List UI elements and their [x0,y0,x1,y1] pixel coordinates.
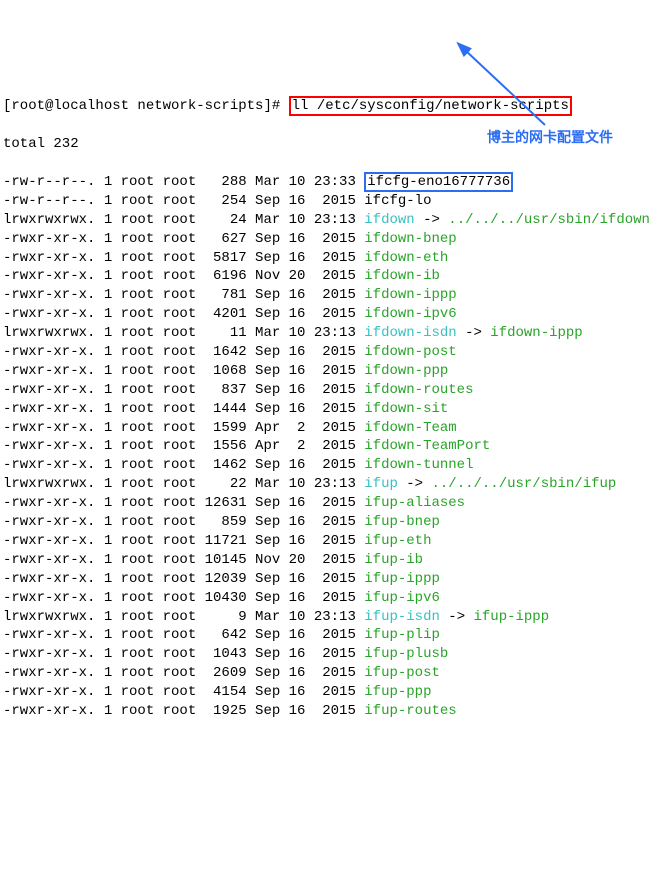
filename: ifup [364,476,398,492]
filename: ifdown [364,212,414,228]
file-row: -rwxr-xr-x. 1 root root 2609 Sep 16 2015… [3,664,661,683]
filename: ifup-eth [364,533,431,549]
file-row: -rwxr-xr-x. 1 root root 1068 Sep 16 2015… [3,362,661,381]
file-listing: -rw-r--r--. 1 root root 288 Mar 10 23:33… [3,173,661,721]
link-target: ../../../usr/sbin/ifdown [448,212,650,228]
filename: ifdown-tunnel [364,457,473,473]
file-row: lrwxrwxrwx. 1 root root 9 Mar 10 23:13 i… [3,608,661,627]
file-row: -rwxr-xr-x. 1 root root 12631 Sep 16 201… [3,494,661,513]
filename: ifdown-isdn [364,325,456,341]
filename: ifup-ipv6 [364,590,440,606]
file-row: -rwxr-xr-x. 1 root root 12039 Sep 16 201… [3,570,661,589]
filename: ifcfg-lo [364,193,431,209]
prompt-line: [root@localhost network-scripts]# ll /et… [3,97,661,116]
annotation-text: 博主的网卡配置文件 [487,128,613,147]
filename: ifdown-ipv6 [364,306,456,322]
file-row: -rwxr-xr-x. 1 root root 627 Sep 16 2015 … [3,230,661,249]
file-row: -rwxr-xr-x. 1 root root 5817 Sep 16 2015… [3,249,661,268]
file-row: -rwxr-xr-x. 1 root root 1642 Sep 16 2015… [3,343,661,362]
file-row: -rw-r--r--. 1 root root 288 Mar 10 23:33… [3,173,661,192]
file-row: -rwxr-xr-x. 1 root root 1462 Sep 16 2015… [3,456,661,475]
filename: ifdown-TeamPort [364,438,490,454]
filename: ifup-routes [364,703,456,719]
file-row: lrwxrwxrwx. 1 root root 22 Mar 10 23:13 … [3,475,661,494]
filename: ifup-plusb [364,646,448,662]
filename: ifup-bnep [364,514,440,530]
link-arrow: -> [415,212,449,228]
file-row: -rwxr-xr-x. 1 root root 4201 Sep 16 2015… [3,305,661,324]
link-arrow: -> [457,325,491,341]
file-row: -rwxr-xr-x. 1 root root 1599 Apr 2 2015 … [3,419,661,438]
terminal-output: [root@localhost network-scripts]# ll /et… [3,79,661,740]
file-row: -rwxr-xr-x. 1 root root 837 Sep 16 2015 … [3,381,661,400]
file-row: -rwxr-xr-x. 1 root root 1043 Sep 16 2015… [3,645,661,664]
filename: ifdown-eth [364,250,448,266]
filename: ifdown-Team [364,420,456,436]
file-row: -rwxr-xr-x. 1 root root 642 Sep 16 2015 … [3,626,661,645]
link-target: ifdown-ippp [490,325,582,341]
link-arrow: -> [398,476,432,492]
file-row: -rwxr-xr-x. 1 root root 6196 Nov 20 2015… [3,267,661,286]
file-row: -rwxr-xr-x. 1 root root 781 Sep 16 2015 … [3,286,661,305]
file-row: -rwxr-xr-x. 1 root root 859 Sep 16 2015 … [3,513,661,532]
filename: ifdown-ppp [364,363,448,379]
file-row: -rwxr-xr-x. 1 root root 11721 Sep 16 201… [3,532,661,551]
filename: ifup-post [364,665,440,681]
link-target: ../../../usr/sbin/ifup [431,476,616,492]
file-row: -rwxr-xr-x. 1 root root 10430 Sep 16 201… [3,589,661,608]
file-row: lrwxrwxrwx. 1 root root 11 Mar 10 23:13 … [3,324,661,343]
filename: ifdown-bnep [364,231,456,247]
file-row: -rwxr-xr-x. 1 root root 4154 Sep 16 2015… [3,683,661,702]
link-target: ifup-ippp [474,609,550,625]
filename: ifup-ippp [364,571,440,587]
file-row: -rwxr-xr-x. 1 root root 1556 Apr 2 2015 … [3,437,661,456]
filename: ifup-ppp [364,684,431,700]
highlighted-filename: ifcfg-eno16777736 [364,172,513,192]
filename: ifdown-post [364,344,456,360]
filename: ifdown-routes [364,382,473,398]
file-row: lrwxrwxrwx. 1 root root 24 Mar 10 23:13 … [3,211,661,230]
filename: ifup-ib [364,552,423,568]
filename: ifdown-sit [364,401,448,417]
filename: ifdown-ib [364,268,440,284]
link-arrow: -> [440,609,474,625]
filename: ifup-plip [364,627,440,643]
filename: ifup-isdn [364,609,440,625]
file-row: -rwxr-xr-x. 1 root root 1444 Sep 16 2015… [3,400,661,419]
filename: ifdown-ippp [364,287,456,303]
prompt-text: [root@localhost network-scripts]# [3,98,289,114]
file-row: -rwxr-xr-x. 1 root root 1925 Sep 16 2015… [3,702,661,721]
filename: ifup-aliases [364,495,465,511]
file-row: -rwxr-xr-x. 1 root root 10145 Nov 20 201… [3,551,661,570]
file-row: -rw-r--r--. 1 root root 254 Sep 16 2015 … [3,192,661,211]
command-highlight: ll /etc/sysconfig/network-scripts [289,96,572,116]
